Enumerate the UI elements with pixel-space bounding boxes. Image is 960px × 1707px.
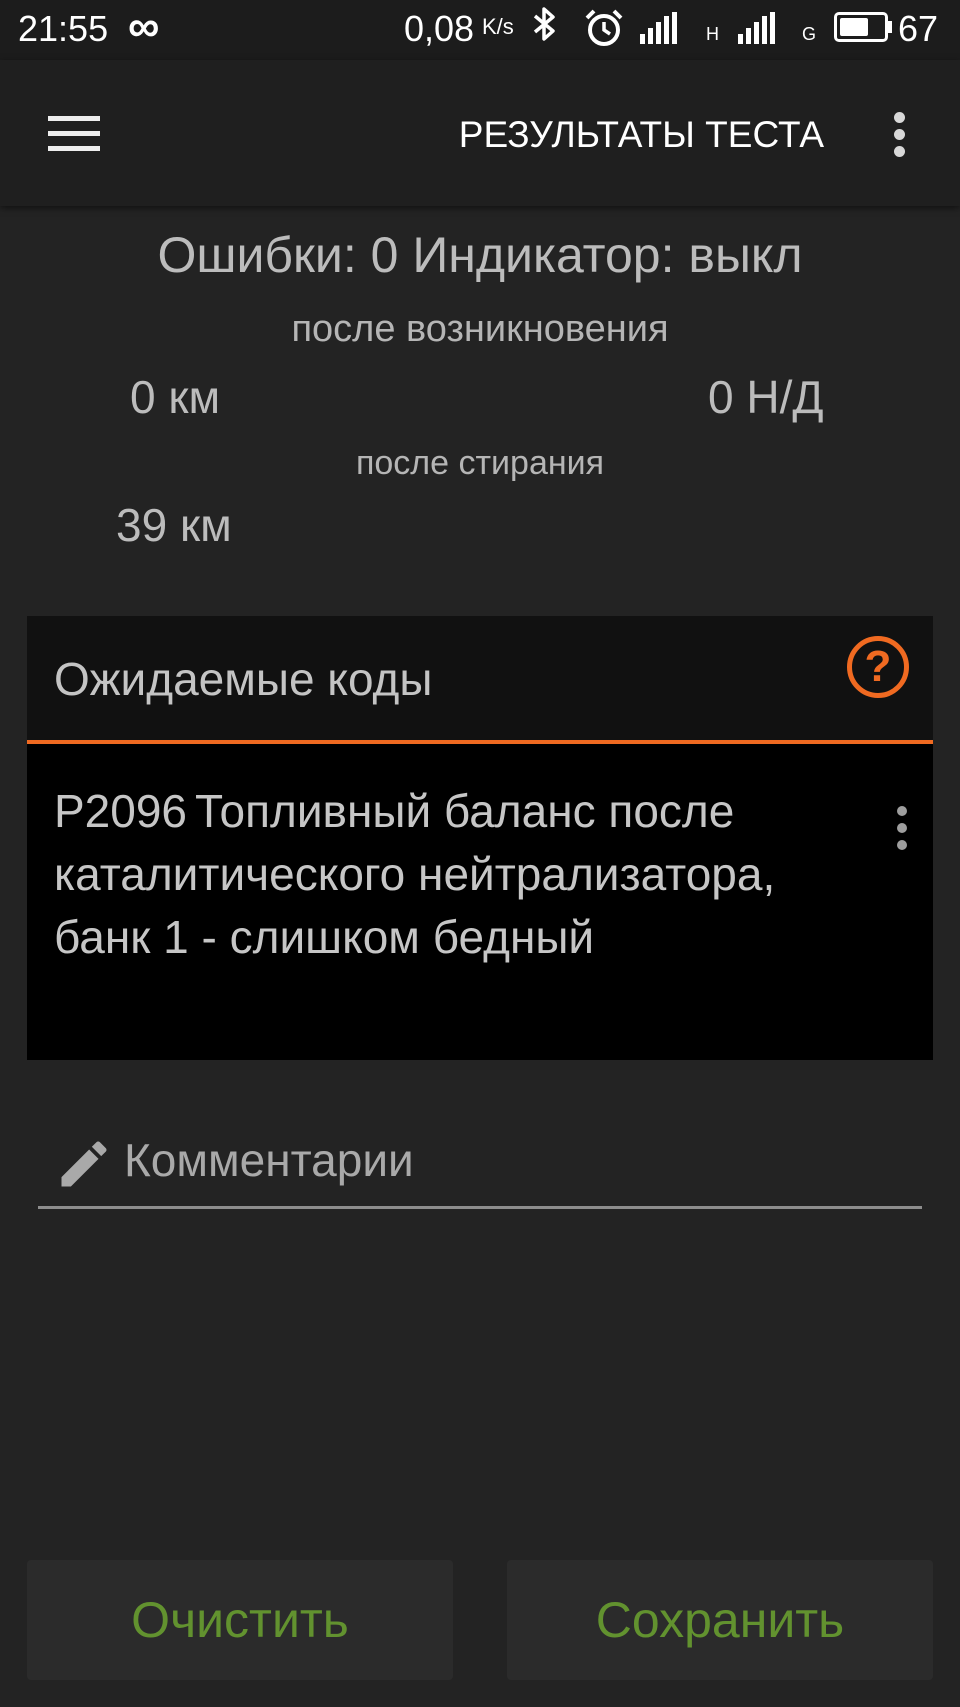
network-speed: 0,08 xyxy=(404,8,475,49)
clear-button[interactable]: Очистить xyxy=(27,1560,453,1680)
alarm-icon xyxy=(584,8,624,57)
battery-nub xyxy=(888,21,892,33)
after-occurrence-distance: 0 км xyxy=(130,371,221,423)
pencil-icon xyxy=(61,1141,107,1187)
errors-indicator-summary: Ошибки: 0 Индикатор: выкл xyxy=(157,227,803,283)
after-occurrence-label: после возникновения xyxy=(291,308,669,350)
trouble-code-item[interactable]: P2096 Топливный баланс после каталитическ… xyxy=(54,780,834,969)
pending-codes-title: Ожидаемые коды xyxy=(54,653,433,705)
comment-input[interactable] xyxy=(122,1124,906,1196)
pending-codes-header: Ожидаемые коды ? xyxy=(27,616,933,744)
signal-strength-icon-1 xyxy=(640,12,677,44)
sync-icon: ∞ xyxy=(128,2,160,51)
network-type-2: G xyxy=(802,24,817,44)
battery-icon xyxy=(834,12,888,42)
trouble-code: P2096 xyxy=(54,785,188,837)
signal-strength-icon-2 xyxy=(738,12,775,44)
status-bar: 21:55 ∞ 0,08 K/s H G 67 xyxy=(0,0,960,60)
status-time: 21:55 xyxy=(18,8,109,49)
after-clear-distance: 39 км xyxy=(116,499,232,551)
network-speed-unit: K/s xyxy=(482,14,514,39)
after-occurrence-na: 0 Н/Д xyxy=(708,371,824,423)
help-icon[interactable]: ? xyxy=(847,636,909,698)
comment-field[interactable] xyxy=(38,1124,922,1209)
code-more-options-icon[interactable] xyxy=(895,806,911,850)
save-button[interactable]: Сохранить xyxy=(507,1560,933,1680)
network-type-1: H xyxy=(706,24,719,44)
after-clear-label: после стирания xyxy=(355,444,605,482)
pending-codes-card: Ожидаемые коды ? P2096 Топливный баланс п… xyxy=(27,616,933,1060)
bluetooth-icon xyxy=(532,6,558,51)
overflow-menu-icon[interactable] xyxy=(890,112,910,158)
page-title: РЕЗУЛЬТАТЫ ТЕСТА xyxy=(458,114,824,155)
battery-percent: 67 xyxy=(898,8,939,49)
app-toolbar: РЕЗУЛЬТАТЫ ТЕСТА xyxy=(0,60,960,206)
